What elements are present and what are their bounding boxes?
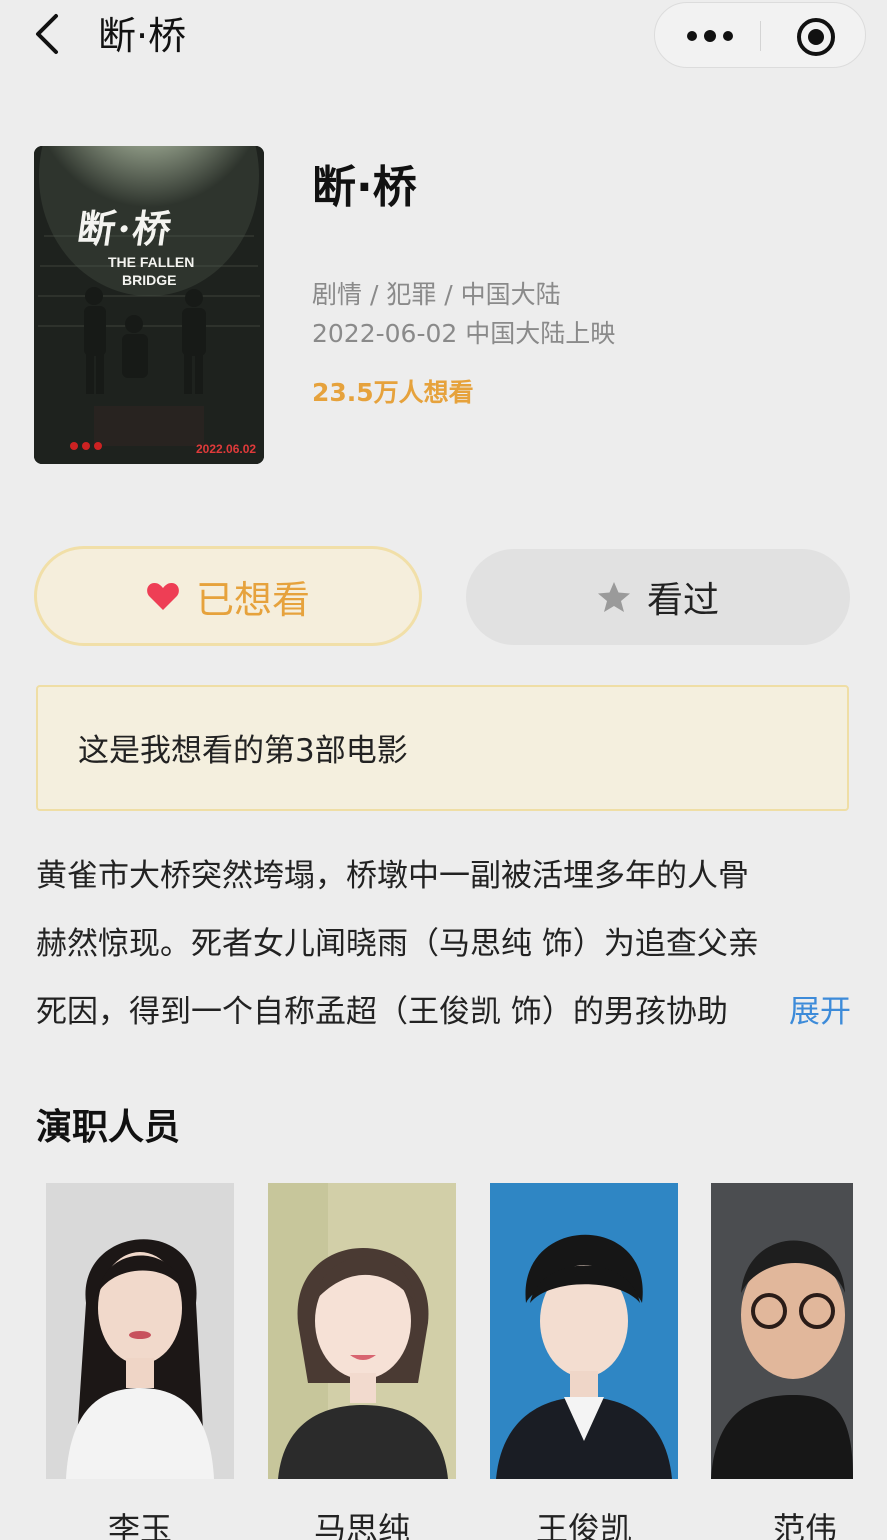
- cast-member[interactable]: 王俊凯: [490, 1183, 678, 1540]
- movie-genres: 剧情 / 犯罪 / 中国大陆: [312, 280, 561, 309]
- cast-photo: [46, 1183, 234, 1479]
- star-icon: [597, 582, 630, 612]
- portrait-image: [268, 1183, 456, 1479]
- portrait-image: [711, 1183, 853, 1479]
- back-button[interactable]: [28, 12, 72, 56]
- heart-icon: [147, 583, 179, 610]
- want-note-text: 这是我想看的第3部电影: [78, 733, 408, 769]
- target-circle-icon: [797, 18, 835, 56]
- cast-photo: [268, 1183, 456, 1479]
- movie-poster[interactable]: 断·桥 THE FALLEN BRIDGE 2022.06.02: [34, 146, 264, 464]
- chevron-left-icon: [36, 14, 58, 54]
- movie-title: 断·桥: [312, 162, 417, 213]
- cast-heading: 演职人员: [36, 1107, 181, 1148]
- poster-artwork: [34, 146, 264, 464]
- more-dots-icon: [687, 30, 733, 42]
- cast-member[interactable]: 范伟: [711, 1183, 853, 1540]
- cast-name: 李玉: [107, 1510, 172, 1540]
- cast-photo: [711, 1183, 853, 1479]
- poster-title-cn: 断·桥: [74, 206, 176, 251]
- cast-name: 马思纯: [313, 1510, 410, 1540]
- cast-name: 范伟: [772, 1510, 837, 1540]
- cast-name: 王俊凯: [535, 1510, 632, 1540]
- expand-link[interactable]: 展开: [729, 992, 851, 1032]
- movie-detail-page: 断·桥 断·桥 THE FALLEN BRIDGE 2022.06.02 断·桥…: [0, 0, 887, 1540]
- portrait-image: [46, 1183, 234, 1479]
- want-to-see-button[interactable]: 已想看: [34, 546, 422, 646]
- seen-label: 看过: [646, 580, 719, 621]
- want-to-see-label: 已想看: [195, 577, 310, 622]
- want-count: 23.5万人想看: [312, 378, 474, 407]
- synopsis-line: 死因，得到一个自称孟超（王俊凯 饰）的男孩协助: [36, 994, 728, 1030]
- cast-photo: [490, 1183, 678, 1479]
- poster-title-en-2: BRIDGE: [122, 272, 177, 288]
- synopsis-line-last: 死因，得到一个自称孟超（王俊凯 饰）的男孩协助 展开: [36, 992, 851, 1042]
- nav-title: 断·桥: [98, 14, 187, 58]
- poster-title-en-1: THE FALLEN: [108, 254, 195, 270]
- synopsis-line: 赫然惊现。死者女儿闻晓雨（马思纯 饰）为追查父亲: [36, 926, 759, 962]
- portrait-image: [490, 1183, 678, 1479]
- more-button[interactable]: [685, 21, 735, 51]
- cast-member[interactable]: 李玉: [46, 1183, 234, 1540]
- cast-member[interactable]: 马思纯: [268, 1183, 456, 1540]
- mini-program-capsule: [654, 2, 866, 68]
- nav-bar: 断·桥: [0, 0, 887, 72]
- close-mini-program-button[interactable]: [795, 16, 837, 58]
- want-note-box: 这是我想看的第3部电影: [36, 685, 849, 811]
- seen-button[interactable]: 看过: [466, 549, 850, 645]
- movie-release-date: 2022-06-02 中国大陆上映: [312, 319, 616, 348]
- synopsis-line: 黄雀市大桥突然垮塌，桥墩中一副被活埋多年的人骨: [36, 858, 749, 894]
- poster-date: 2022.06.02: [196, 442, 257, 456]
- synopsis: 黄雀市大桥突然垮塌，桥墩中一副被活埋多年的人骨 赫然惊现。死者女儿闻晓雨（马思纯…: [36, 856, 851, 1042]
- capsule-divider: [760, 21, 761, 51]
